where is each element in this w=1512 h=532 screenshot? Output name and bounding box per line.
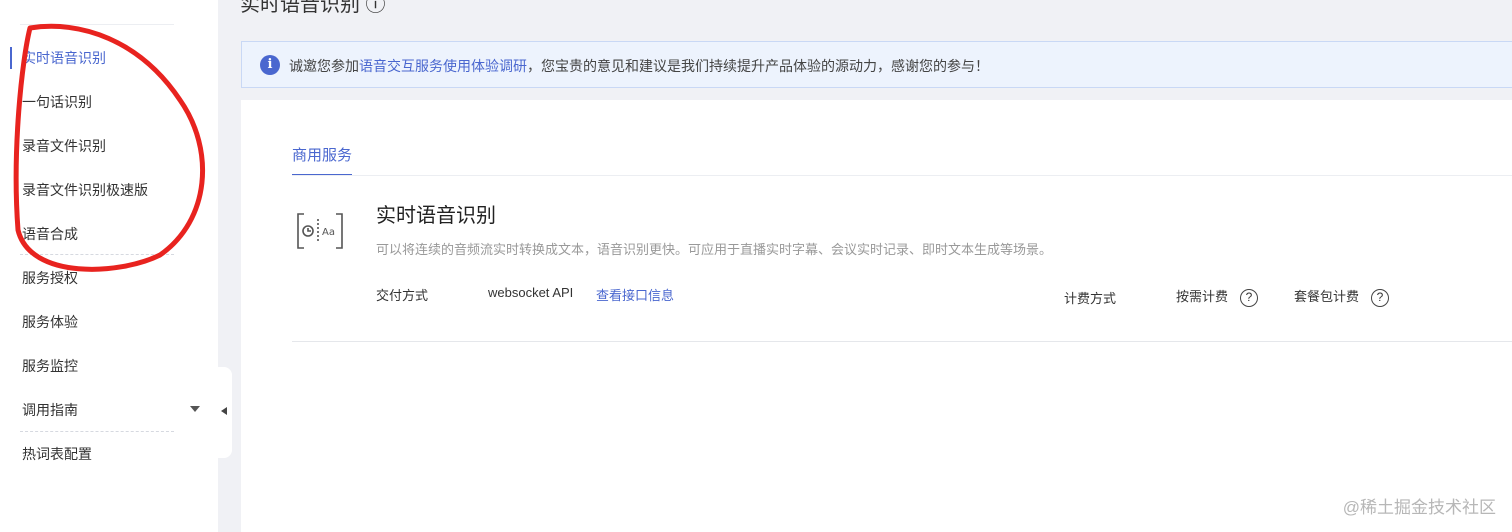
info-icon: i: [260, 55, 280, 75]
tab-commercial-service[interactable]: 商用服务: [292, 144, 353, 176]
survey-notice: i 诚邀您参加语音交互服务使用体验调研，您宝贵的意见和建议是我们持续提升产品体验…: [241, 41, 1512, 88]
sidebar-item-hotwords[interactable]: 热词表配置: [22, 444, 92, 464]
delivery-label: 交付方式: [376, 288, 429, 303]
sidebar-item-tts[interactable]: 语音合成: [22, 224, 78, 244]
help-icon[interactable]: ?: [1240, 288, 1259, 307]
service-description: 可以将连续的音频流实时转换成文本，语音识别更快。可应用于直播实时字幕、会议实时记…: [376, 242, 1053, 257]
watermark: @稀土掘金技术社区: [1342, 498, 1496, 517]
sidebar-item-experience[interactable]: 服务体验: [22, 312, 78, 332]
sidebar-item-realtime-asr[interactable]: 实时语音识别: [22, 48, 106, 68]
sidebar-item-guide[interactable]: 调用指南: [22, 400, 78, 420]
svg-text:Aa: Aa: [322, 227, 335, 238]
notice-suffix: ，您宝贵的意见和建议是我们持续提升产品体验的源动力，感谢您的参与！: [527, 58, 989, 74]
help-icon[interactable]: ?: [1371, 288, 1390, 307]
service-card: 商用服务 Aa 实时语音识别 可以将连续的音频流实时转换成文本，语音识别更快。可…: [241, 100, 1512, 532]
survey-link[interactable]: 语音交互服务使用体验调研: [359, 58, 527, 74]
divider: [20, 431, 174, 432]
billing-on-demand: 按需计费: [1176, 289, 1229, 304]
sidebar-item-file-asr-fast[interactable]: 录音文件识别极速版: [22, 180, 148, 200]
divider: [292, 175, 1512, 176]
service-title: 实时语音识别: [376, 205, 496, 227]
page-title: 实时语音识别 ⓘ: [240, 0, 386, 16]
view-api-link[interactable]: 查看接口信息: [596, 285, 674, 304]
sidebar: 实时语音识别 一句话识别 录音文件识别 录音文件识别极速版 语音合成 服务授权 …: [0, 0, 218, 532]
chevron-left-icon: [221, 407, 227, 415]
sidebar-item-authorization[interactable]: 服务授权: [22, 268, 78, 288]
billing-label: 计费方式: [1064, 291, 1117, 306]
active-indicator: [10, 47, 12, 69]
sidebar-item-file-asr[interactable]: 录音文件识别: [22, 136, 106, 156]
sidebar-item-sentence-asr[interactable]: 一句话识别: [22, 92, 92, 112]
sidebar-collapse-button[interactable]: [218, 367, 232, 458]
billing-package: 套餐包计费: [1294, 289, 1360, 304]
divider: [292, 341, 1512, 342]
divider: [20, 254, 174, 255]
chevron-down-icon[interactable]: [190, 406, 200, 412]
sidebar-item-monitoring[interactable]: 服务监控: [22, 356, 78, 376]
speech-to-text-icon: Aa: [297, 213, 343, 249]
delivery-value: websocket API: [488, 285, 574, 300]
divider: [20, 24, 174, 25]
notice-prefix: 诚邀您参加: [289, 58, 359, 74]
